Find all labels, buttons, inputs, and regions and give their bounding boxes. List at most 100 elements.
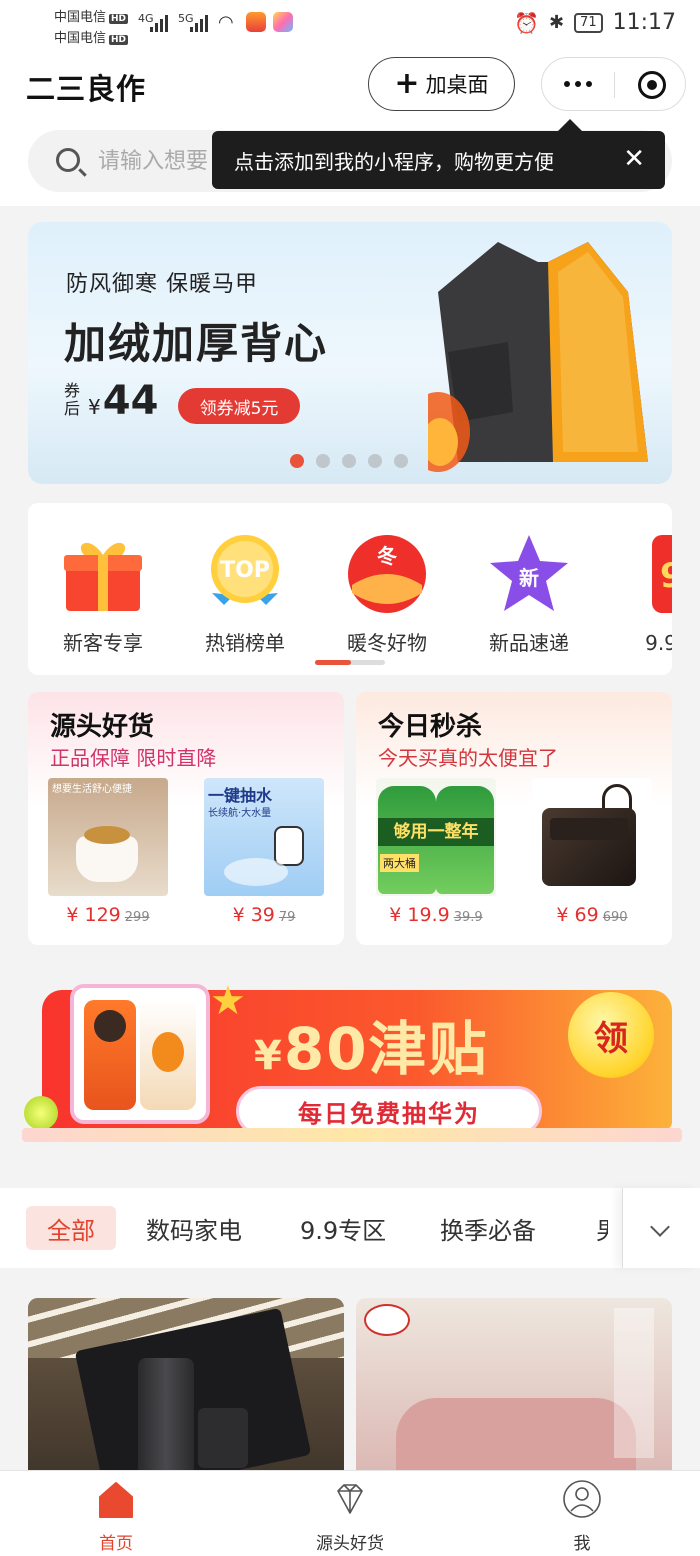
- nav-me[interactable]: 我: [522, 1479, 642, 1554]
- product-image-water-pump: 一键抽水 长续航·大水量: [204, 778, 324, 896]
- svg-text:TOP: TOP: [220, 558, 270, 583]
- winter-icon: 冬: [348, 535, 426, 613]
- product-price: ¥ 129 299: [66, 904, 150, 926]
- banner-coupon-tag[interactable]: 领券减5元: [178, 388, 300, 424]
- product-item[interactable]: ¥ 69 690: [532, 778, 652, 926]
- subsidy-banner[interactable]: ★ ¥80津贴 每日免费抽华为 领: [22, 976, 682, 1148]
- product-item[interactable]: 想要生活舒心便捷 ¥ 129 299: [48, 778, 168, 926]
- banner-title: 加绒加厚背心: [64, 319, 329, 368]
- new-star-icon: 新: [490, 535, 568, 611]
- add-to-desktop-label: 加桌面: [425, 73, 489, 97]
- carousel-dot[interactable]: [342, 454, 356, 468]
- search-icon: [56, 148, 80, 172]
- bluetooth-icon: ✱: [548, 12, 565, 33]
- carrier-label-2: 中国电信 HD: [54, 31, 129, 46]
- feed-item-thermos[interactable]: [28, 1298, 344, 1498]
- banner-subtitle: 防风御寒 保暖马甲: [66, 272, 258, 297]
- top-medal-icon: TOP: [211, 535, 279, 605]
- svg-text:9.: 9.: [660, 556, 672, 596]
- diamond-icon: [337, 1484, 363, 1514]
- svg-text:冬: 冬: [377, 544, 397, 568]
- category-label: 新客专享: [63, 631, 143, 655]
- tab-all[interactable]: 全部: [26, 1206, 116, 1250]
- nine-nine-icon: 9.: [652, 535, 672, 613]
- banner-price: ¥44: [88, 378, 159, 424]
- claim-button[interactable]: 领: [568, 992, 654, 1078]
- carousel-dot-active[interactable]: [290, 454, 304, 468]
- product-price: ¥ 39 79: [232, 904, 296, 926]
- product-image-detergent: 够用一整年 两大桶: [376, 778, 496, 896]
- category-scroll-indicator: [315, 660, 385, 665]
- user-icon: [563, 1480, 601, 1518]
- banner-carousel-dots: [290, 454, 408, 468]
- tab-men[interactable]: 男: [596, 1206, 608, 1250]
- promo-card-source-goods[interactable]: 源头好货 正品保障 限时直降 想要生活舒心便捷 ¥ 129 299 一键抽水 长续…: [28, 692, 344, 945]
- app-title: 二三良作: [26, 72, 147, 106]
- add-to-desktop-button[interactable]: + 加桌面: [368, 57, 515, 111]
- carousel-dot[interactable]: [394, 454, 408, 468]
- phone-image: [70, 984, 210, 1124]
- feed-item-underwear[interactable]: [356, 1298, 672, 1498]
- category-label: 9.9包: [645, 631, 672, 655]
- plus-icon: +: [394, 66, 420, 101]
- category-new-user[interactable]: 新客专享: [44, 533, 162, 656]
- signal-icon: [150, 14, 172, 32]
- carousel-dot[interactable]: [368, 454, 382, 468]
- promo-title: 今日秒杀: [378, 712, 483, 742]
- nav-source-goods[interactable]: 源头好货: [290, 1479, 410, 1554]
- promo-subtitle: 今天买真的太便宜了: [378, 746, 558, 770]
- product-price: ¥ 69 690: [556, 904, 628, 926]
- product-category-tabs: 全部 数码家电 9.9专区 换季必备 男: [0, 1188, 700, 1268]
- svg-text:新: 新: [519, 566, 539, 590]
- banner-coupon-label: 券后: [64, 381, 81, 418]
- category-winter[interactable]: 冬 暖冬好物: [328, 533, 446, 656]
- app-notification-icon: [273, 12, 293, 32]
- promo-banner[interactable]: 防风御寒 保暖马甲 加绒加厚背心 券后 ¥44 领券减5元: [28, 222, 672, 484]
- tab-digital[interactable]: 数码家电: [146, 1206, 242, 1250]
- add-miniprogram-tooltip: 点击添加到我的小程序，购物更方便 ✕: [212, 119, 665, 189]
- app-notification-icon: [246, 12, 266, 32]
- carousel-dot[interactable]: [316, 454, 330, 468]
- promo-card-flash-sale[interactable]: 今日秒杀 今天买真的太便宜了 够用一整年 两大桶 ¥ 19.9 39.9 ¥ 69…: [356, 692, 672, 945]
- clock: 11:17: [612, 10, 676, 35]
- category-label: 暖冬好物: [347, 631, 427, 655]
- category-hot-list[interactable]: TOP 热销榜单: [186, 533, 304, 656]
- subsidy-banner-base: [22, 1128, 682, 1142]
- promo-title: 源头好货: [50, 712, 155, 742]
- nav-home[interactable]: 首页: [56, 1479, 176, 1554]
- bottom-tab-bar: 首页 源头好货 我: [0, 1470, 700, 1556]
- promo-subtitle: 正品保障 限时直降: [50, 746, 217, 770]
- miniprogram-capsule: [541, 57, 686, 111]
- wifi-icon: ◠: [218, 12, 234, 33]
- chevron-down-icon: [650, 1217, 670, 1237]
- product-image-bag: [532, 778, 652, 896]
- app-header: 二三良作 + 加桌面: [0, 48, 700, 128]
- tab-seasonal[interactable]: 换季必备: [440, 1206, 536, 1250]
- decor-ball: [24, 1096, 58, 1130]
- category-label: 热销榜单: [205, 631, 285, 655]
- capsule-divider: [614, 72, 615, 98]
- alarm-icon: ⏰: [514, 10, 539, 35]
- category-nine-nine[interactable]: 9. 9.9包: [612, 533, 672, 656]
- tab-nine-nine[interactable]: 9.9专区: [300, 1206, 386, 1250]
- category-label: 新品速递: [489, 631, 569, 655]
- product-item[interactable]: 一键抽水 长续航·大水量 ¥ 39 79: [204, 778, 324, 926]
- signal-icon: [190, 14, 212, 32]
- close-miniprogram-icon[interactable]: [638, 71, 666, 99]
- star-icon: ★: [210, 978, 246, 1024]
- product-image-cooker: 想要生活舒心便捷: [48, 778, 168, 896]
- expand-tabs-button[interactable]: [622, 1188, 700, 1268]
- nav-label: 源头好货: [316, 1534, 384, 1554]
- close-icon[interactable]: ✕: [623, 145, 645, 173]
- tooltip-text: 点击添加到我的小程序，购物更方便: [234, 149, 554, 174]
- more-menu-icon[interactable]: [560, 70, 596, 98]
- nav-label: 首页: [99, 1534, 133, 1554]
- product-item[interactable]: 够用一整年 两大桶 ¥ 19.9 39.9: [376, 778, 496, 926]
- product-price: ¥ 19.9 39.9: [389, 904, 483, 926]
- home-icon: [99, 1482, 133, 1518]
- status-bar: 中国电信 HD 中国电信 HD 4G 5G ◠ ⏰ ✱ 71 11:17: [0, 0, 700, 48]
- battery-icon: 71: [574, 12, 603, 33]
- category-new-arrivals[interactable]: 新 新品速递: [470, 533, 588, 656]
- gift-icon: [64, 542, 142, 611]
- carrier-label-1: 中国电信 HD: [54, 10, 129, 25]
